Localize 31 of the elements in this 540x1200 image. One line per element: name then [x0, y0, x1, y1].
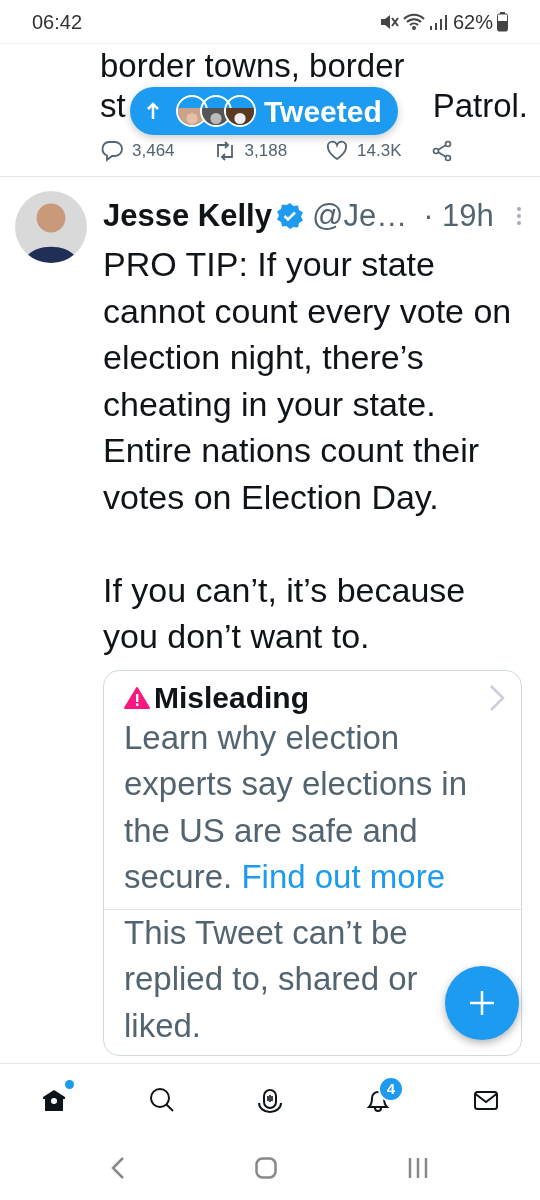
notice-title: Misleading — [154, 680, 310, 716]
search-icon — [148, 1085, 176, 1114]
warning-icon — [124, 686, 150, 709]
find-out-more-link[interactable]: Find out more — [241, 858, 445, 895]
tweet-text: Patrol. — [432, 86, 528, 126]
tweet-text: PRO TIP: If your state cannot count every vote on election night, there’s cheating in your state. Entire nations count their votes on Election Day. — [103, 244, 513, 518]
battery-level: 62% — [452, 9, 493, 35]
recent-apps-icon[interactable] — [407, 1156, 429, 1179]
battery-icon — [497, 11, 508, 32]
tweet-time: · 19h — [423, 196, 494, 235]
status-time: 06:42 — [32, 9, 83, 35]
author-name[interactable]: Jesse Kelly — [103, 192, 272, 240]
restriction-text: This Tweet can’t be replied to, shared or liked. — [124, 912, 419, 1046]
likes-count: 14.3K — [357, 140, 402, 162]
wifi-icon — [402, 12, 425, 31]
heart-icon[interactable] — [325, 139, 350, 163]
compose-button[interactable] — [445, 966, 519, 1040]
notification-count: 4 — [378, 1075, 404, 1102]
retweets-count: 3,188 — [244, 140, 288, 162]
notice-text: Learn why election experts say elections in the US are safe and secure. Find out more — [124, 717, 468, 897]
signal-icon — [428, 12, 449, 31]
tweet-text: st — [100, 86, 126, 126]
tweet-text: If you can’t, it’s because you don’t want to. — [103, 569, 467, 657]
up-arrow-icon — [146, 102, 160, 120]
reply-icon[interactable] — [100, 139, 124, 163]
tweeted-pill-button[interactable]: Tweeted — [130, 87, 398, 135]
back-icon[interactable] — [111, 1155, 125, 1180]
author-handle: @Je… — [311, 196, 408, 235]
plus-icon — [469, 990, 495, 1016]
replies-count: 3,464 — [132, 140, 175, 162]
tweet-text: border towns, border — [100, 46, 406, 86]
